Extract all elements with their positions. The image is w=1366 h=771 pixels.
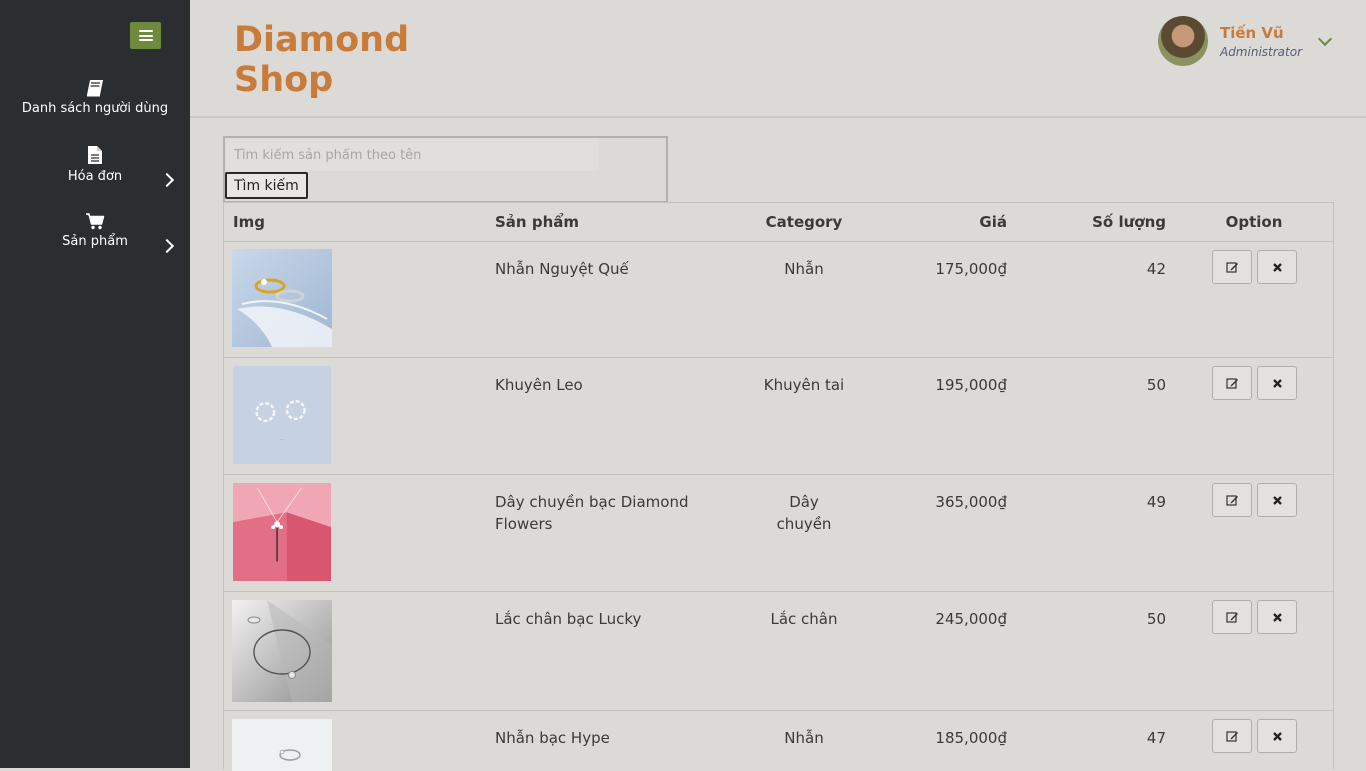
product-image: — [233,366,331,464]
header-option: Option [1225,213,1283,231]
product-name: Nhẫn bạc Hype [495,729,610,747]
edit-button[interactable] [1212,483,1252,517]
close-icon [1272,378,1282,388]
product-price: 175,000₫ [935,260,1007,278]
product-image [233,483,331,581]
product-quantity: 50 [1146,610,1166,628]
product-price: 365,000₫ [935,493,1007,511]
sidebar-item-products[interactable]: Sản phẩm [0,212,190,254]
delete-button[interactable] [1257,366,1297,400]
header-category: Category [765,213,843,231]
product-category: Lắc chân [770,610,838,628]
file-icon [88,146,102,164]
product-category: Nhẫn [784,260,824,278]
product-quantity: 42 [1146,260,1166,278]
edit-icon [1225,261,1238,273]
close-icon [1272,612,1282,622]
brand-logo[interactable]: Diamond Shop [234,20,409,100]
delete-button[interactable] [1257,719,1297,753]
product-quantity: 49 [1146,493,1166,511]
edit-button[interactable] [1212,719,1252,753]
edit-button[interactable] [1212,600,1252,634]
svg-text:—: — [280,436,284,441]
search-input[interactable] [226,139,599,171]
table-row: Dây chuyền bạc Diamond Flowers Dây chuyề… [224,475,1333,592]
product-quantity: 50 [1146,376,1166,394]
close-icon [1272,731,1282,741]
book-icon [87,80,103,97]
chevron-down-icon [1317,31,1333,47]
delete-button[interactable] [1257,600,1297,634]
menu-toggle-button[interactable] [130,22,161,49]
products-table: Img Sản phẩm Category Giá Số lượng Optio… [223,202,1334,771]
sidebar-item-label: Danh sách người dùng [21,101,169,116]
product-category: Khuyên tai [763,376,845,394]
table-row: — Khuyên Leo Khuyên tai 195,000₫ 50 [224,358,1333,475]
edit-icon [1225,730,1238,742]
close-icon [1272,495,1282,505]
product-name: Dây chuyền bạc Diamond Flowers [495,493,689,533]
sidebar: Danh sách người dùng Hóa đơn Sản phẩm [0,0,190,768]
header-quantity: Số lượng [1092,213,1166,231]
avatar [1157,16,1208,66]
product-category: Dây chuyền [776,493,832,533]
edit-button[interactable] [1212,250,1252,284]
sidebar-item-users[interactable]: Danh sách người dùng [0,79,190,116]
edit-icon [1225,611,1238,623]
delete-button[interactable] [1257,483,1297,517]
cart-icon [86,213,105,230]
header-product: Sản phẩm [495,213,579,231]
search-button[interactable]: Tìm kiếm [225,172,308,199]
hamburger-icon [138,30,153,41]
user-menu[interactable]: Tiến Vũ Administrator [1157,15,1333,67]
header-price: Giá [979,213,1007,231]
header: Diamond Shop Tiến Vũ Administrator [190,0,1366,118]
product-name: Khuyên Leo [495,376,583,394]
product-price: 195,000₫ [935,376,1007,394]
product-price: 185,000₫ [935,729,1007,747]
table-row: Lắc chân bạc Lucky Lắc chân 245,000₫ 50 [224,592,1333,711]
brand-line-1: Diamond [234,20,410,60]
close-icon [1272,262,1282,272]
edit-button[interactable] [1212,366,1252,400]
product-quantity: 47 [1146,729,1166,747]
edit-icon [1225,377,1238,389]
product-name: Lắc chân bạc Lucky [495,610,642,628]
product-image [232,600,332,702]
product-category: Nhẫn [784,729,824,747]
brand-line-2: Shop [234,60,334,100]
search-form: Tìm kiếm [223,136,668,203]
product-name: Nhẫn Nguyệt Quế [495,260,629,278]
user-name: Tiến Vũ [1219,23,1284,42]
product-image [232,249,332,347]
edit-icon [1225,494,1238,506]
table-row: Nhẫn Nguyệt Quế Nhẫn 175,000₫ 42 [224,242,1333,358]
delete-button[interactable] [1257,250,1297,284]
product-price: 245,000₫ [935,610,1007,628]
table-row: Nhẫn bạc Hype Nhẫn 185,000₫ 47 [224,711,1333,771]
user-role: Administrator [1219,44,1302,59]
header-img: Img [233,213,265,231]
product-image [232,719,332,771]
sidebar-item-invoices[interactable]: Hóa đơn [0,145,190,188]
